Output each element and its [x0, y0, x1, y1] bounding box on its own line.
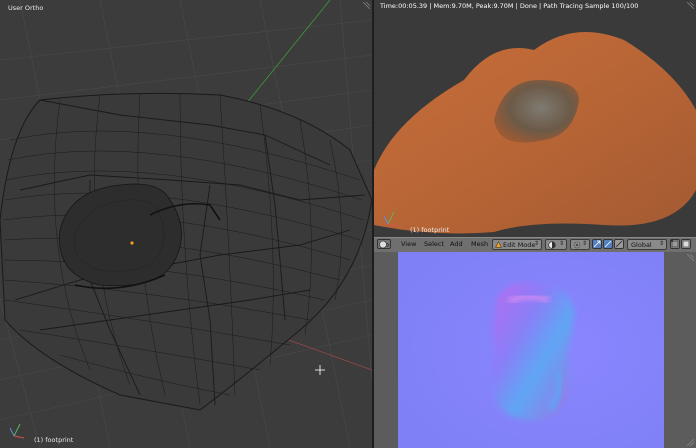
object-name-label: (1) footprint — [34, 436, 74, 444]
vertex-select-icon — [671, 240, 679, 248]
sphere-icon — [379, 240, 390, 249]
view-menu[interactable]: View — [401, 240, 416, 248]
sphere-shading-icon — [548, 241, 556, 249]
render-status-text: Time:00:05.39 | Mem:9.70M, Peak:9.70M | … — [380, 2, 639, 10]
3d-cursor-icon — [315, 365, 325, 375]
object-origin-dot — [130, 241, 134, 245]
rendered-mesh-canvas — [374, 32, 696, 234]
orientation-label: Global — [631, 241, 652, 249]
image-editor-normal-map[interactable] — [374, 252, 696, 448]
edge-select-button[interactable] — [681, 239, 691, 249]
arrow-icon — [604, 240, 612, 248]
chevron-icon: ⇕ — [658, 240, 664, 247]
3d-view-header: View Select Add Mesh Edit Mode ⇕ ⇕ ⇕ Glo… — [374, 237, 696, 253]
wireframe-mesh-canvas[interactable] — [0, 0, 372, 448]
normal-map-canvas — [374, 252, 696, 448]
viewport-title: User Ortho — [8, 4, 44, 12]
editor-type-button[interactable] — [377, 239, 391, 249]
rendered-viewport[interactable]: Time:00:05.39 | Mem:9.70M, Peak:9.70M | … — [374, 0, 696, 237]
area-split-corner-icon[interactable] — [687, 439, 694, 446]
chevron-icon: ⇕ — [558, 240, 564, 247]
add-menu[interactable]: Add — [450, 240, 463, 248]
mode-dropdown[interactable]: Edit Mode ⇕ — [492, 239, 542, 250]
mode-label: Edit Mode — [503, 241, 536, 249]
translate-manipulator-button[interactable] — [603, 239, 613, 249]
mesh-wireframe — [0, 92, 372, 411]
snap-icon — [682, 240, 690, 248]
left-3d-viewport[interactable]: User Ortho (1) footprint — [0, 0, 372, 448]
area-split-corner-icon[interactable] — [687, 2, 694, 9]
pivot-icon — [573, 241, 581, 249]
chevron-icon: ⇕ — [533, 240, 539, 247]
arrow-icon — [593, 240, 601, 248]
area-split-corner-icon[interactable] — [687, 254, 694, 261]
axis-gizmo-icon — [9, 423, 25, 439]
pivot-point-dropdown[interactable]: ⇕ — [570, 239, 590, 250]
viewport-shading-dropdown[interactable]: ⇕ — [545, 239, 567, 250]
manipulator-toggle[interactable] — [592, 239, 602, 249]
edit-mode-icon — [495, 241, 502, 248]
transform-orientation-dropdown[interactable]: Global ⇕ — [627, 239, 667, 250]
mesh-menu[interactable]: Mesh — [471, 240, 488, 248]
footprint-normal-shape — [491, 282, 574, 421]
vertex-select-button[interactable] — [670, 239, 680, 249]
select-menu[interactable]: Select — [424, 240, 444, 248]
object-name-label: (1) footprint — [410, 226, 450, 234]
area-split-corner-icon[interactable] — [363, 2, 370, 9]
chevron-icon: ⇕ — [581, 240, 587, 247]
arrow-icon — [615, 240, 623, 248]
rotate-manipulator-button[interactable] — [614, 239, 624, 249]
